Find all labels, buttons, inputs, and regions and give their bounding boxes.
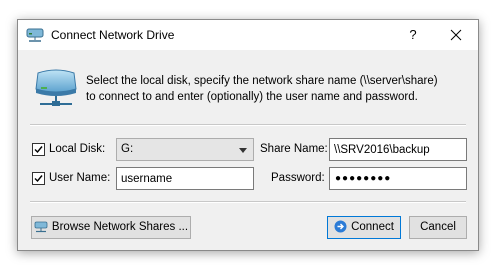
close-icon [450,29,462,41]
chevron-down-icon [239,148,247,153]
local-disk-checkbox[interactable] [32,143,45,156]
password-label: Password: [271,172,325,184]
description-line-1: Select the local disk, specify the netwo… [86,75,438,87]
connect-button-label: Connect [351,221,394,233]
description-line-2: to connect to and enter (optionally) the… [86,91,418,103]
cancel-button-label: Cancel [420,221,456,233]
close-button[interactable] [444,20,468,50]
user-name-label: User Name: [49,172,111,184]
local-disk-dropdown[interactable]: G: [116,138,254,161]
local-disk-label: Local Disk: [49,143,106,155]
password-field[interactable]: ●●●●●●●● [329,167,467,190]
title-bar[interactable]: Connect Network Drive ? [18,20,478,50]
network-drive-icon [26,28,44,42]
separator-bottom [30,201,466,203]
cancel-button[interactable]: Cancel [409,216,467,239]
checkmark-icon [34,175,43,183]
arrow-right-circle-icon [334,220,347,233]
user-name-checkbox[interactable] [32,172,45,185]
share-name-label: Share Name: [260,143,328,155]
password-mask: ●●●●●●●● [335,173,392,184]
browse-button-label: Browse Network Shares ... [51,221,189,233]
separator-top [30,124,466,126]
network-drive-icon [34,221,48,233]
network-drive-icon [35,69,77,106]
browse-network-shares-button[interactable]: Browse Network Shares ... [31,216,191,239]
user-name-field[interactable] [116,167,254,190]
description-text: Select the local disk, specify the netwo… [86,73,466,105]
share-name-field[interactable] [329,138,467,161]
checkmark-icon [34,146,43,154]
connect-button[interactable]: Connect [327,216,401,239]
window-title: Connect Network Drive [51,28,175,42]
help-button[interactable]: ? [401,20,425,50]
connect-network-drive-dialog: Connect Network Drive ? Select the local… [17,19,479,251]
local-disk-value: G: [121,143,134,155]
